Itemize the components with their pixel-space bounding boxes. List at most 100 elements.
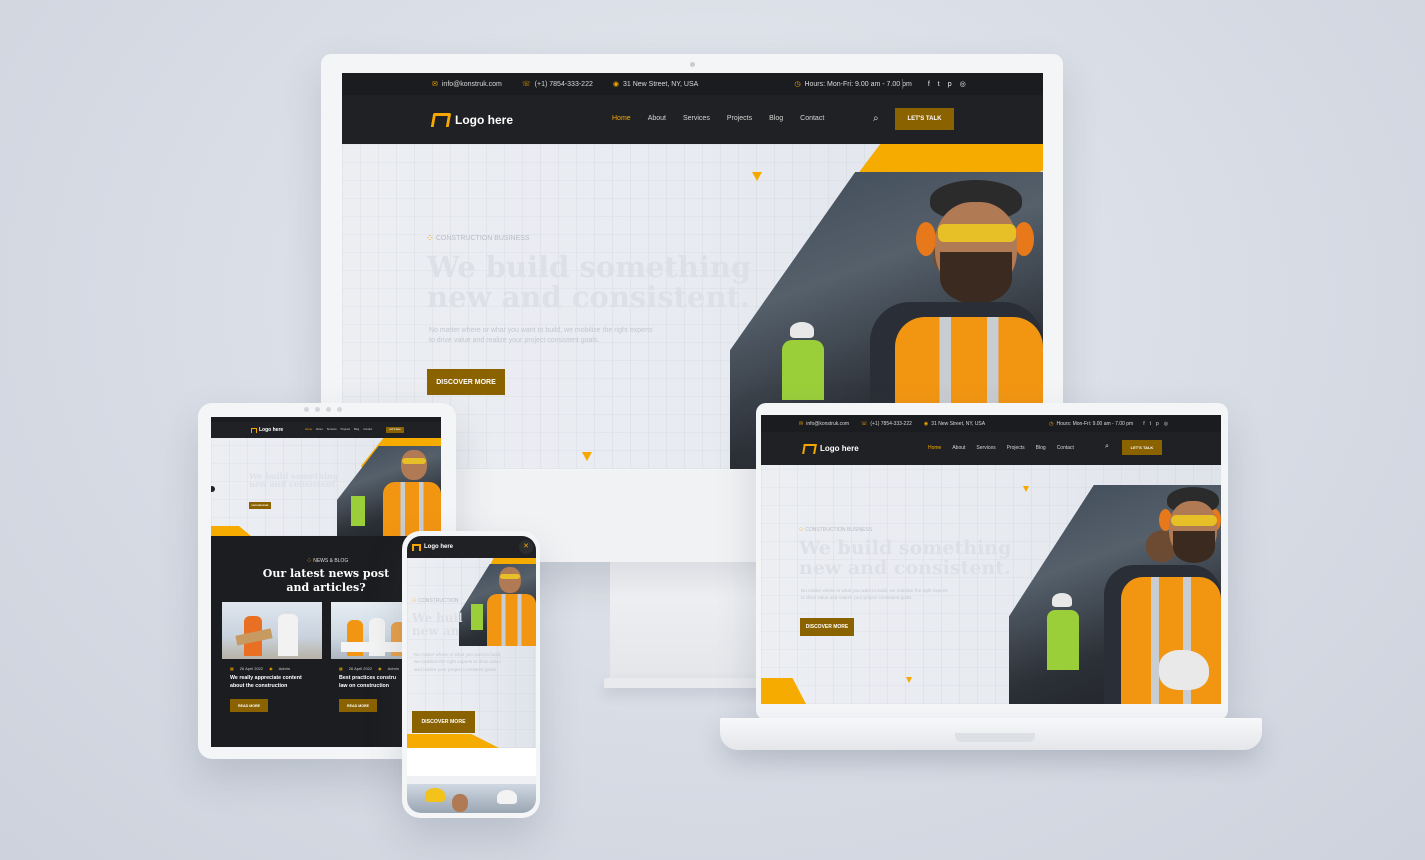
nav-contact[interactable]: Contact: [800, 115, 824, 122]
social-links: f t p ◎: [928, 80, 966, 89]
logo-house-icon[interactable]: [412, 543, 421, 551]
nav-blog[interactable]: Blog: [1036, 445, 1046, 451]
worker-vest: [383, 482, 441, 536]
background-worker: [471, 604, 483, 630]
hero-text: No matter where or what you want to buil…: [801, 588, 948, 600]
tablet-logo-text[interactable]: Logo here: [259, 427, 283, 433]
worker-helmet-white: [497, 790, 517, 804]
nav-home[interactable]: Home: [305, 428, 312, 431]
hero-title: We build something new and consistent.: [799, 537, 1012, 579]
user-icon: ◉: [378, 666, 382, 671]
background-worker: [1047, 610, 1079, 670]
nav-services[interactable]: Services: [683, 115, 710, 122]
clock-icon: ◷: [1049, 420, 1054, 427]
nav-projects[interactable]: Projects: [727, 115, 752, 122]
search-icon[interactable]: ⌕: [873, 113, 879, 124]
discover-more-button[interactable]: DISCOVER MORE: [412, 711, 475, 733]
laptop-email-item[interactable]: ✉ info@konstruk.com: [799, 421, 849, 427]
background-worker-helmet: [1052, 593, 1072, 607]
discover-more-button[interactable]: DISCOVER MORE: [249, 502, 271, 509]
desktop-navbar: Logo here Home About Services Projects B…: [342, 95, 1043, 144]
calendar-icon: ▦: [339, 666, 343, 671]
nav-blog[interactable]: Blog: [354, 428, 359, 431]
phone-screen: Logo here ✕ ⁘ CONSTRUCTION We buil new a…: [407, 536, 536, 813]
read-more-button[interactable]: READ MORE: [339, 699, 377, 712]
hero-tag: ⁘ CONSTRUCTION BUSINESS: [427, 234, 530, 243]
email-item[interactable]: ✉ info@konstruk.com: [432, 80, 502, 89]
search-icon[interactable]: ⌕: [1105, 443, 1109, 451]
phone-logo-text[interactable]: Logo here: [424, 544, 453, 550]
lets-talk-button[interactable]: LET'S TALK: [1122, 440, 1162, 455]
news-card-title[interactable]: Best practices constru law on constructi…: [339, 675, 396, 690]
worker-beard: [1173, 531, 1215, 563]
lets-talk-button[interactable]: LET'S TALK: [386, 427, 404, 433]
pinterest-icon[interactable]: p: [1156, 421, 1159, 427]
nav-contact[interactable]: Contact: [1057, 445, 1074, 451]
news-tag: ⁘ NEWS & BLOG: [307, 558, 349, 564]
nav-blog[interactable]: Blog: [769, 115, 783, 122]
nav-home[interactable]: Home: [928, 445, 941, 451]
tablet-camera-dots: [304, 407, 342, 412]
phone-navbar: Logo here ✕: [407, 536, 536, 558]
worker-beard: [940, 252, 1012, 304]
logo-house-icon[interactable]: [251, 427, 257, 433]
instagram-icon[interactable]: ◎: [1164, 421, 1168, 427]
nav-projects[interactable]: Projects: [341, 428, 350, 431]
worker-face: [499, 567, 521, 593]
tablet-nav-menu: Home About Services Projects Blog Contac…: [305, 428, 372, 431]
mail-icon: ✉: [799, 420, 804, 427]
news-meta: ▦ 26 April 2022 ◉ Admin: [339, 666, 399, 671]
twitter-icon[interactable]: t: [1150, 421, 1151, 427]
pinterest-icon[interactable]: p: [948, 81, 952, 88]
phone-item[interactable]: ☏ (+1) 7854-333-222: [522, 80, 593, 89]
nav-about[interactable]: About: [648, 115, 666, 122]
instagram-icon[interactable]: ◎: [960, 80, 966, 88]
menu-toggle-icon[interactable]: ✕: [519, 540, 533, 554]
user-icon: ◉: [269, 666, 273, 671]
background-worker: [351, 496, 365, 526]
laptop-phone-item[interactable]: ☏ (+1) 7854-333-222: [861, 421, 912, 427]
news-card[interactable]: ▦ 26 April 2022 ◉ Admin We really apprecia…: [222, 602, 322, 722]
calendar-icon: ▦: [230, 666, 234, 671]
clock-icon: ◷: [794, 81, 801, 88]
desktop-nav-menu: Home About Services Projects Blog Contac…: [612, 115, 824, 122]
nav-contact[interactable]: Contact: [363, 428, 372, 431]
discover-more-button[interactable]: DISCOVER MORE: [800, 618, 854, 636]
mail-icon: ✉: [432, 81, 438, 88]
nav-about[interactable]: About: [316, 428, 323, 431]
laptop-screen: ✉ info@konstruk.com ☏ (+1) 7854-333-222 ◉ 3…: [761, 415, 1221, 704]
nav-services[interactable]: Services: [976, 445, 995, 451]
laptop-topbar: ✉ info@konstruk.com ☏ (+1) 7854-333-222 ◉ 3…: [761, 415, 1221, 432]
logo-house-icon[interactable]: [802, 443, 817, 454]
earmuff-left: [916, 222, 936, 256]
tag-dots-icon: ⁘: [412, 598, 417, 604]
hero-triangle-marker: [1023, 486, 1029, 492]
nav-home[interactable]: Home: [612, 115, 631, 122]
tag-dots-icon: ⁘: [307, 558, 312, 564]
twitter-icon[interactable]: t: [938, 81, 940, 88]
discover-more-button[interactable]: DISCOVER MORE: [427, 369, 505, 395]
news-card-image: [222, 602, 322, 659]
read-more-button[interactable]: READ MORE: [230, 699, 268, 712]
location-icon: ◉: [612, 81, 619, 88]
worker-vest: [487, 594, 536, 646]
facebook-icon[interactable]: f: [928, 81, 930, 88]
nav-services[interactable]: Services: [327, 428, 337, 431]
logo-house-icon[interactable]: [430, 112, 452, 127]
facebook-icon[interactable]: f: [1143, 421, 1144, 427]
lets-talk-button[interactable]: LET'S TALK: [895, 108, 954, 130]
worker-safety-glasses: [1171, 515, 1217, 526]
worker-safety-glasses: [938, 224, 1016, 242]
laptop-hours-item: ◷ Hours: Mon-Fri: 9.00 am - 7.00 pm: [1049, 420, 1134, 427]
nav-projects[interactable]: Projects: [1007, 445, 1025, 451]
news-card-title[interactable]: We really appreciate content about the c…: [230, 675, 302, 690]
laptop-hero: ⁘ CONSTRUCTION BUSINESS We build somethi…: [761, 465, 1221, 704]
laptop-logo-text[interactable]: Logo here: [820, 444, 859, 453]
hero-tag: ⁘ CONSTRUCTION: [412, 598, 459, 604]
logo-text[interactable]: Logo here: [455, 113, 513, 127]
hero-title: We build something new and consistent.: [249, 471, 339, 490]
desktop-topbar: ✉ info@konstruk.com ☏ (+1) 7854-333-222 ◉ 3…: [342, 73, 1043, 95]
phone-dark-section: [407, 748, 536, 776]
nav-about[interactable]: About: [952, 445, 965, 451]
phone-bottom-photo: [407, 784, 536, 813]
